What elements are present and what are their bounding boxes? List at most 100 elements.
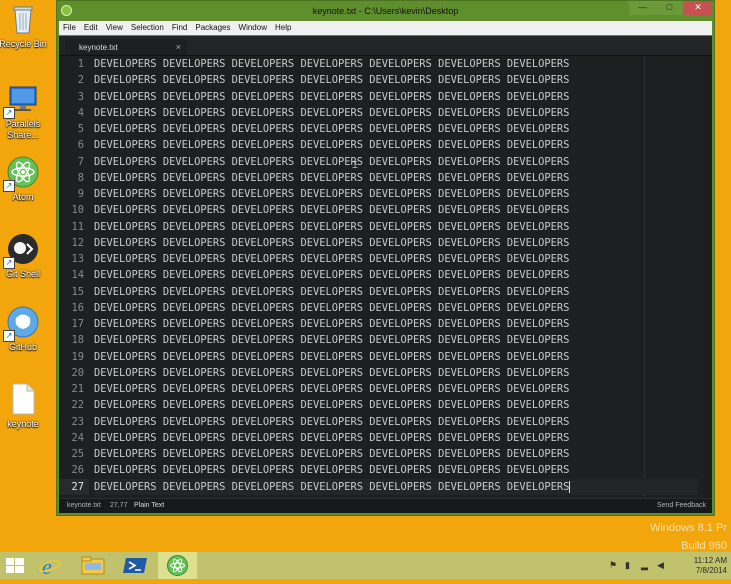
editor-line[interactable]: DEVELOPERS DEVELOPERS DEVELOPERS DEVELOP… xyxy=(94,137,698,153)
tab-close-icon[interactable]: × xyxy=(176,42,181,52)
editor-line[interactable]: DEVELOPERS DEVELOPERS DEVELOPERS DEVELOP… xyxy=(94,349,698,365)
status-cursor-position[interactable]: 27,77 xyxy=(110,502,128,509)
editor-line[interactable]: DEVELOPERS DEVELOPERS DEVELOPERS DEVELOP… xyxy=(94,365,698,381)
taskbar-internet-explorer[interactable]: e xyxy=(32,552,71,579)
atom-icon: ↗ xyxy=(3,155,40,192)
editor-line[interactable]: DEVELOPERS DEVELOPERS DEVELOPERS DEVELOP… xyxy=(94,186,698,202)
close-button[interactable]: ✕ xyxy=(684,1,712,15)
menu-help[interactable]: Help xyxy=(271,21,295,32)
action-center-flag-icon[interactable]: ⚑ xyxy=(609,560,619,570)
desktop-icon-recycle-bin[interactable]: Recycle Bin xyxy=(0,2,49,50)
line-text: DEVELOPERS DEVELOPERS DEVELOPERS DEVELOP… xyxy=(94,301,570,314)
menu-file[interactable]: File xyxy=(59,21,80,32)
line-number: 25 xyxy=(71,448,84,460)
desktop-icon-keynote[interactable]: keynote xyxy=(0,382,49,430)
editor-line[interactable]: DEVELOPERS DEVELOPERS DEVELOPERS DEVELOP… xyxy=(94,300,698,316)
volume-icon[interactable]: ◀ xyxy=(657,560,667,570)
vertical-scrollbar[interactable] xyxy=(704,56,712,499)
editor-line[interactable]: DEVELOPERS DEVELOPERS DEVELOPERS DEVELOP… xyxy=(94,105,698,121)
line-number: 15 xyxy=(71,285,84,298)
line-text: DEVELOPERS DEVELOPERS DEVELOPERS DEVELOP… xyxy=(94,155,570,168)
editor-line[interactable]: DEVELOPERS DEVELOPERS DEVELOPERS DEVELOP… xyxy=(94,267,698,283)
editor-line[interactable]: DEVELOPERS DEVELOPERS DEVELOPERS DEVELOP… xyxy=(94,462,698,478)
clock-time: 11:12 AM xyxy=(693,556,727,565)
maximize-button[interactable]: □ xyxy=(656,1,683,15)
desktop-icon-label: Git Shell xyxy=(5,269,40,279)
shortcut-arrow-icon: ↗ xyxy=(3,257,15,269)
shortcut-arrow-icon: ↗ xyxy=(3,330,15,342)
menu-edit[interactable]: Edit xyxy=(80,21,102,32)
folder-icon xyxy=(81,556,105,575)
atom-icon xyxy=(167,555,188,576)
editor-line[interactable]: DEVELOPERS DEVELOPERS DEVELOPERS DEVELOP… xyxy=(94,446,698,462)
line-number: 22 xyxy=(71,399,84,412)
windows-logo-icon xyxy=(6,558,24,573)
window-title: keynote.txt - C:\Users\kevin\Desktop xyxy=(312,6,459,16)
line-text: DEVELOPERS DEVELOPERS DEVELOPERS DEVELOP… xyxy=(94,464,570,477)
editor-line[interactable]: DEVELOPERS DEVELOPERS DEVELOPERS DEVELOP… xyxy=(94,56,698,72)
editor-line[interactable]: DEVELOPERS DEVELOPERS DEVELOPERS DEVELOP… xyxy=(94,170,698,186)
menu-find[interactable]: Find xyxy=(168,21,192,32)
taskbar-atom[interactable] xyxy=(158,552,197,579)
desktop-icon-parallels-share[interactable]: ↗ Parallels Share... xyxy=(0,82,49,141)
status-grammar[interactable]: Plain Text xyxy=(134,502,164,509)
editor-line[interactable]: DEVELOPERS DEVELOPERS DEVELOPERS DEVELOP… xyxy=(94,72,698,88)
line-text: DEVELOPERS DEVELOPERS DEVELOPERS DEVELOP… xyxy=(94,171,570,184)
menu-window[interactable]: Window xyxy=(235,21,271,32)
line-text: DEVELOPERS DEVELOPERS DEVELOPERS DEVELOP… xyxy=(94,383,570,395)
text-editor[interactable]: DEVELOPERS DEVELOPERS DEVELOPERS DEVELOP… xyxy=(94,56,698,499)
line-text: DEVELOPERS DEVELOPERS DEVELOPERS DEVELOP… xyxy=(94,350,570,363)
editor-line[interactable]: DEVELOPERS DEVELOPERS DEVELOPERS DEVELOP… xyxy=(94,235,698,251)
send-feedback-link[interactable]: Send Feedback xyxy=(657,502,706,509)
editor-line[interactable]: DEVELOPERS DEVELOPERS DEVELOPERS DEVELOP… xyxy=(94,219,698,235)
line-text: DEVELOPERS DEVELOPERS DEVELOPERS DEVELOP… xyxy=(94,204,570,217)
line-text: DEVELOPERS DEVELOPERS DEVELOPERS DEVELOP… xyxy=(94,236,570,249)
menu-packages[interactable]: Packages xyxy=(191,21,234,32)
editor-line[interactable]: DEVELOPERS DEVELOPERS DEVELOPERS DEVELOP… xyxy=(94,251,698,267)
line-text: DEVELOPERS DEVELOPERS DEVELOPERS DEVELOP… xyxy=(94,399,570,412)
line-number: 27 xyxy=(59,478,89,495)
editor-line[interactable]: DEVELOPERS DEVELOPERS DEVELOPERS DEVELOP… xyxy=(94,284,698,300)
battery-icon[interactable]: ▮ xyxy=(625,560,635,570)
line-text: DEVELOPERS DEVELOPERS DEVELOPERS DEVELOP… xyxy=(94,123,570,135)
menu-view[interactable]: View xyxy=(102,21,127,32)
minimize-button[interactable]: — xyxy=(629,1,656,15)
menu-selection[interactable]: Selection xyxy=(127,21,168,32)
editor-line[interactable]: DEVELOPERS DEVELOPERS DEVELOPERS DEVELOP… xyxy=(94,121,698,137)
start-button[interactable] xyxy=(0,552,30,579)
editor-line[interactable]: DEVELOPERS DEVELOPERS DEVELOPERS DEVELOP… xyxy=(94,154,698,170)
taskbar-file-explorer[interactable] xyxy=(74,552,113,579)
editor-line[interactable]: DEVELOPERS DEVELOPERS DEVELOPERS DEVELOP… xyxy=(94,89,698,105)
editor-line[interactable]: DEVELOPERS DEVELOPERS DEVELOPERS DEVELOP… xyxy=(94,381,698,397)
editor-line[interactable]: DEVELOPERS DEVELOPERS DEVELOPERS DEVELOP… xyxy=(94,316,698,332)
editor-line[interactable]: DEVELOPERS DEVELOPERS DEVELOPERS DEVELOP… xyxy=(94,202,698,218)
line-number-gutter[interactable]: 1 2 3 4 5 6 7 8 9 10 11 12 13 14 15 16 17 18 19 20 21 22 23 24 2… xyxy=(59,56,89,499)
line-number: 1 xyxy=(77,58,84,70)
taskbar-clock[interactable]: 11:12 AM 7/8/2014 xyxy=(694,556,727,576)
tab-keynote[interactable]: keynote.txt × xyxy=(65,39,187,55)
editor-line[interactable]: DEVELOPERS DEVELOPERS DEVELOPERS DEVELOP… xyxy=(94,332,698,348)
network-icon[interactable]: ▂ xyxy=(641,560,651,570)
title-bar[interactable]: keynote.txt - C:\Users\kevin\Desktop — □… xyxy=(57,1,714,23)
line-text: DEVELOPERS DEVELOPERS DEVELOPERS DEVELOP… xyxy=(94,366,570,379)
editor-line[interactable]: DEVELOPERS DEVELOPERS DEVELOPERS DEVELOP… xyxy=(94,414,698,430)
line-number: 16 xyxy=(71,301,84,314)
line-text: DEVELOPERS DEVELOPERS DEVELOPERS DEVELOP… xyxy=(94,74,570,87)
editor-line[interactable]: DEVELOPERS DEVELOPERS DEVELOPERS DEVELOP… xyxy=(94,397,698,413)
desktop-icon-atom[interactable]: ↗ Atom xyxy=(0,155,49,203)
editor-line[interactable]: DEVELOPERS DEVELOPERS DEVELOPERS DEVELOP… xyxy=(94,430,698,446)
line-number: 7 xyxy=(77,155,84,168)
line-text: DEVELOPERS DEVELOPERS DEVELOPERS DEVELOP… xyxy=(94,90,570,103)
taskbar-powershell[interactable] xyxy=(116,552,155,579)
status-file-name[interactable]: keynote.txt xyxy=(67,502,101,509)
desktop-icon-label: Atom xyxy=(12,192,34,202)
menu-bar: File Edit View Selection Find Packages Window H… xyxy=(59,21,712,35)
desktop-icon-github[interactable]: ↗ GitHub xyxy=(0,305,49,353)
line-number: 4 xyxy=(77,106,84,119)
line-number: 18 xyxy=(71,334,84,347)
powershell-icon xyxy=(123,558,147,573)
tab-bar: keynote.txt × xyxy=(59,36,712,56)
editor-line[interactable]: DEVELOPERS DEVELOPERS DEVELOPERS DEVELOP… xyxy=(94,478,698,495)
git-shell-icon: ↗ xyxy=(3,232,40,269)
desktop-icon-git-shell[interactable]: ↗ Git Shell xyxy=(0,232,49,280)
